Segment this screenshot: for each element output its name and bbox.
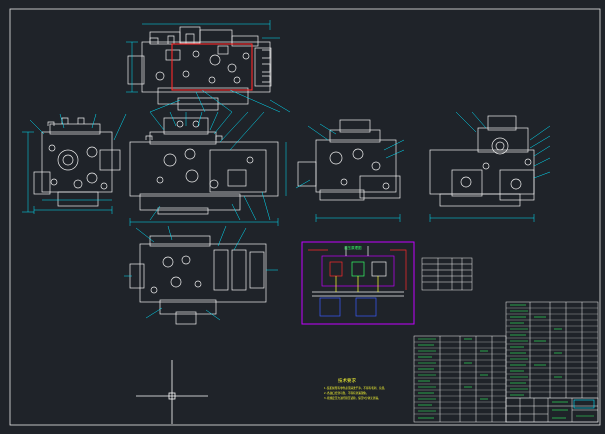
right-side-dimensions bbox=[429, 111, 551, 222]
schematic-title: 液压原理图 bbox=[344, 245, 362, 250]
drawing-border bbox=[9, 8, 601, 426]
left-side-dimensions bbox=[22, 113, 127, 214]
parameter-table bbox=[421, 257, 473, 291]
technical-notes: 技术要求 1.装配前所有零件必须清洗干净，不得有毛刺、杂质。 2.各油口密封可靠… bbox=[324, 377, 387, 400]
bottom-view bbox=[129, 235, 267, 325]
notes-line-3: 3.按规定压力进行耐压试验，保压5分钟无渗漏。 bbox=[324, 396, 381, 400]
notes-line-2: 2.各油口密封可靠，不得有渗漏现象。 bbox=[324, 391, 369, 395]
hydraulic-schematic bbox=[308, 246, 407, 317]
bottom-view-dimensions bbox=[124, 225, 278, 321]
right-front-dimensions bbox=[295, 123, 405, 222]
notes-line-1: 1.装配前所有零件必须清洗干净，不得有毛刺、杂质。 bbox=[324, 386, 387, 390]
cad-canvas: 液压原理图 技术要求 1.装配前所有零件必须清洗干净，不得有毛刺、杂质。 2.各… bbox=[9, 8, 601, 426]
parts-list-left bbox=[413, 335, 507, 423]
right-front-view bbox=[297, 119, 401, 201]
cad-drawing-sheet: 液压原理图 技术要求 1.装配前所有零件必须清洗干净，不得有毛刺、杂质。 2.各… bbox=[0, 0, 605, 430]
front-view bbox=[129, 117, 279, 215]
title-block-stamp bbox=[573, 399, 595, 409]
parts-list-left-text bbox=[418, 338, 488, 419]
notes-title: 技术要求 bbox=[338, 377, 356, 384]
ucs-axis-icon bbox=[136, 360, 208, 424]
top-view bbox=[127, 26, 272, 111]
left-side-view bbox=[33, 117, 121, 207]
right-side-view bbox=[429, 115, 535, 207]
